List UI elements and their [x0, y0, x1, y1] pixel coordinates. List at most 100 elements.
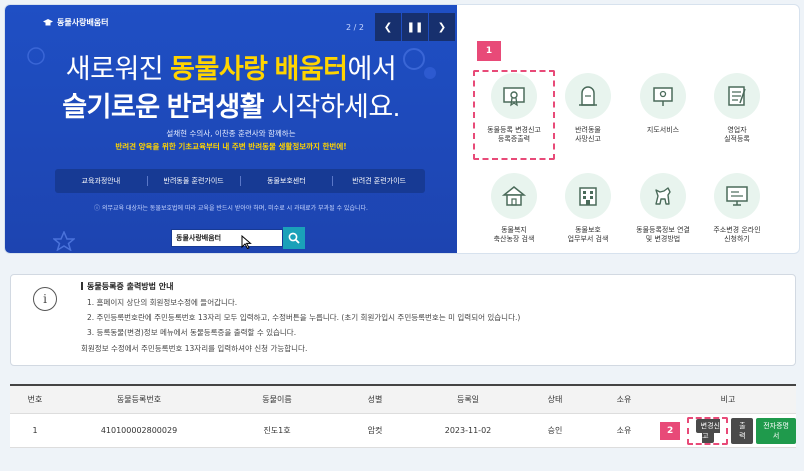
step-badge-2: 2	[660, 421, 681, 440]
service-icon-bg	[491, 73, 537, 119]
banner-nav-item[interactable]: 반려견 훈련가이드	[333, 176, 425, 186]
map-board-icon	[653, 87, 673, 106]
e-certificate-button[interactable]: 전자증명서	[756, 417, 796, 444]
service-label: 동물보호 업무부서 검색	[550, 226, 626, 245]
col-header-sex: 성별	[367, 395, 383, 404]
cell-reg-no: 410100002800029	[100, 426, 178, 435]
slide-pause-button[interactable]: ❚❚	[402, 13, 428, 41]
headline-highlight: 동물사랑 배움터	[170, 54, 348, 84]
site-logo[interactable]: 동물사랑배움터	[43, 17, 109, 28]
headline-text: 새로워진	[65, 54, 171, 84]
pause-icon: ❚❚	[406, 21, 424, 33]
cell-date: 2023-11-02	[444, 426, 492, 435]
cell-actions: 2 변경신고 출력 전자증명서	[660, 416, 796, 445]
chevron-left-icon: ❮	[383, 21, 393, 33]
service-label: 동물등록 변경신고 등록증출력	[476, 126, 552, 145]
banner-note: ⓘ 의무교육 대상자는 동물보호법에 따라 교육을 반드시 받아야 하며, 미수…	[94, 205, 368, 212]
change-report-button[interactable]: 변경신고	[695, 418, 720, 443]
logo-text: 동물사랑배움터	[57, 18, 109, 27]
cell-owner: 소유	[616, 426, 632, 435]
service-item-registration-change[interactable]: 동물등록 변경신고 등록증출력	[476, 73, 552, 145]
service-icon-bg	[714, 173, 760, 219]
cell-no: 1	[32, 426, 38, 435]
service-icon-bg	[714, 73, 760, 119]
col-header-status: 상태	[547, 395, 563, 404]
banner-nav-item[interactable]: 교육과정안내	[55, 176, 148, 186]
banner-nav-item[interactable]: 반려동물 훈련가이드	[148, 176, 241, 186]
slide-next-button[interactable]: ❯	[429, 13, 455, 41]
print-button[interactable]: 출력	[731, 417, 754, 444]
slide-indicator: 2 / 2	[346, 23, 364, 32]
headline-bold: 슬기로운 반려생활	[62, 92, 265, 122]
animal-registration-table: 번호 동물등록번호 동물이름 성별 등록일 상태 소유 비고 1 4101000…	[10, 384, 796, 448]
col-header-note: 비고	[720, 395, 736, 404]
mouse-cursor-icon	[241, 235, 252, 249]
service-label-line: 축산농장 검색	[493, 235, 535, 244]
info-title: 동물등록증 출력방법 안내	[81, 281, 174, 292]
col-header-no: 번호	[27, 395, 43, 404]
service-label-line: 업무부서 검색	[567, 235, 609, 244]
col-header-date: 등록일	[456, 395, 480, 404]
service-item-registration-link[interactable]: 동물등록정보 연결 및 변경방법	[625, 173, 701, 245]
highlight-box-2: 변경신고	[687, 416, 729, 445]
service-item-business-record[interactable]: 영업자 실적등록	[699, 73, 775, 145]
banner-subtitle-1: 설채현 수의사, 이찬종 훈련사와 함께하는	[166, 129, 296, 138]
step-badge-1: 1	[477, 41, 501, 61]
service-item-death-report[interactable]: 반려동물 사망신고	[550, 73, 626, 145]
dog-icon	[655, 187, 671, 205]
slide-prev-button[interactable]: ❮	[375, 13, 401, 41]
banner-nav-item[interactable]: 동물보호센터	[241, 176, 334, 186]
decor-star-icon	[53, 231, 75, 251]
cell-sex: 암컷	[367, 426, 383, 435]
headline-text: 에서	[347, 54, 397, 84]
info-icon: i	[33, 287, 57, 311]
cell-name: 진도1호	[263, 426, 291, 435]
service-label: 동물등록정보 연결 및 변경방법	[625, 226, 701, 245]
service-label-line: 신청하기	[724, 235, 750, 244]
certificate-icon	[503, 87, 525, 107]
service-icon-bg	[565, 173, 611, 219]
service-icon-bg	[640, 173, 686, 219]
chevron-right-icon: ❯	[437, 21, 447, 33]
table-header: 번호 동물등록번호 동물이름 성별 등록일 상태 소유 비고	[10, 386, 796, 414]
main-banner[interactable]: 동물사랑배움터 2 / 2 ❮ ❚❚ ❯ 새로워진 동물사랑 배움터에서 슬기로…	[5, 5, 457, 253]
service-icon-bg	[640, 73, 686, 119]
banner-search-input[interactable]: 동물사랑배움터	[171, 229, 283, 247]
info-line: 1. 홈페이지 상단의 회원정보수정에 들어갑니다.	[87, 298, 238, 307]
headline-text: 시작하세요.	[264, 92, 400, 122]
service-label: 주소변경 온라인 신청하기	[699, 226, 775, 245]
info-line: 회원정보 수정에서 주민등록번호 13자리를 입력하셔야 신청 가능합니다.	[81, 344, 308, 353]
search-icon	[288, 232, 300, 244]
cell-status: 승인	[547, 426, 563, 435]
building-icon	[579, 187, 597, 206]
col-header-reg-no: 동물등록번호	[116, 395, 162, 404]
col-header-owner: 소유	[616, 395, 632, 404]
table-row: 1 410100002800029 진도1호 암컷 2023-11-02 승인 …	[10, 414, 796, 448]
tombstone-icon	[579, 86, 597, 106]
info-box: i 동물등록증 출력방법 안내 1. 홈페이지 상단의 회원정보수정에 들어갑니…	[10, 274, 796, 366]
service-label-line: 실적등록	[724, 135, 750, 144]
banner-headline-1: 새로워진 동물사랑 배움터에서	[5, 47, 457, 86]
banner-nav: 교육과정안내 반려동물 훈련가이드 동물보호센터 반려견 훈련가이드	[55, 169, 425, 193]
service-item-welfare-farm[interactable]: 동물복지 축산농장 검색	[476, 173, 552, 245]
top-card: 동물사랑배움터 2 / 2 ❮ ❚❚ ❯ 새로워진 동물사랑 배움터에서 슬기로…	[4, 4, 800, 254]
service-label-line: 및 변경방법	[645, 235, 681, 244]
service-item-map[interactable]: 지도서비스	[625, 73, 701, 135]
banner-headline-2: 슬기로운 반려생활 시작하세요.	[5, 85, 457, 124]
service-label-line: 등록증출력	[497, 135, 531, 144]
service-icon-bg	[565, 73, 611, 119]
col-header-name: 동물이름	[262, 395, 292, 404]
banner-search-button[interactable]	[283, 227, 305, 249]
service-item-address-change[interactable]: 주소변경 온라인 신청하기	[699, 173, 775, 245]
service-label: 영업자 실적등록	[699, 126, 775, 145]
service-icon-bg	[491, 173, 537, 219]
notepad-icon	[728, 86, 746, 106]
service-item-protection-dept[interactable]: 동물보호 업무부서 검색	[550, 173, 626, 245]
service-label: 지도서비스	[625, 126, 701, 135]
banner-subtitle-2: 반려견 양육을 위한 기초교육부터 내 주변 반려동물 생활정보까지 한번에!	[115, 142, 347, 151]
info-line: 2. 주민등록번호란에 주민등록번호 13자리 모두 입력하고, 수정버튼을 누…	[87, 313, 521, 322]
service-label: 반려동물 사망신고	[550, 126, 626, 145]
graduation-cap-icon	[43, 19, 53, 26]
info-line: 3. 등록동물(변경)정보 메뉴에서 동물등록증을 출력할 수 있습니다.	[87, 328, 297, 337]
computer-monitor-icon	[726, 186, 748, 206]
